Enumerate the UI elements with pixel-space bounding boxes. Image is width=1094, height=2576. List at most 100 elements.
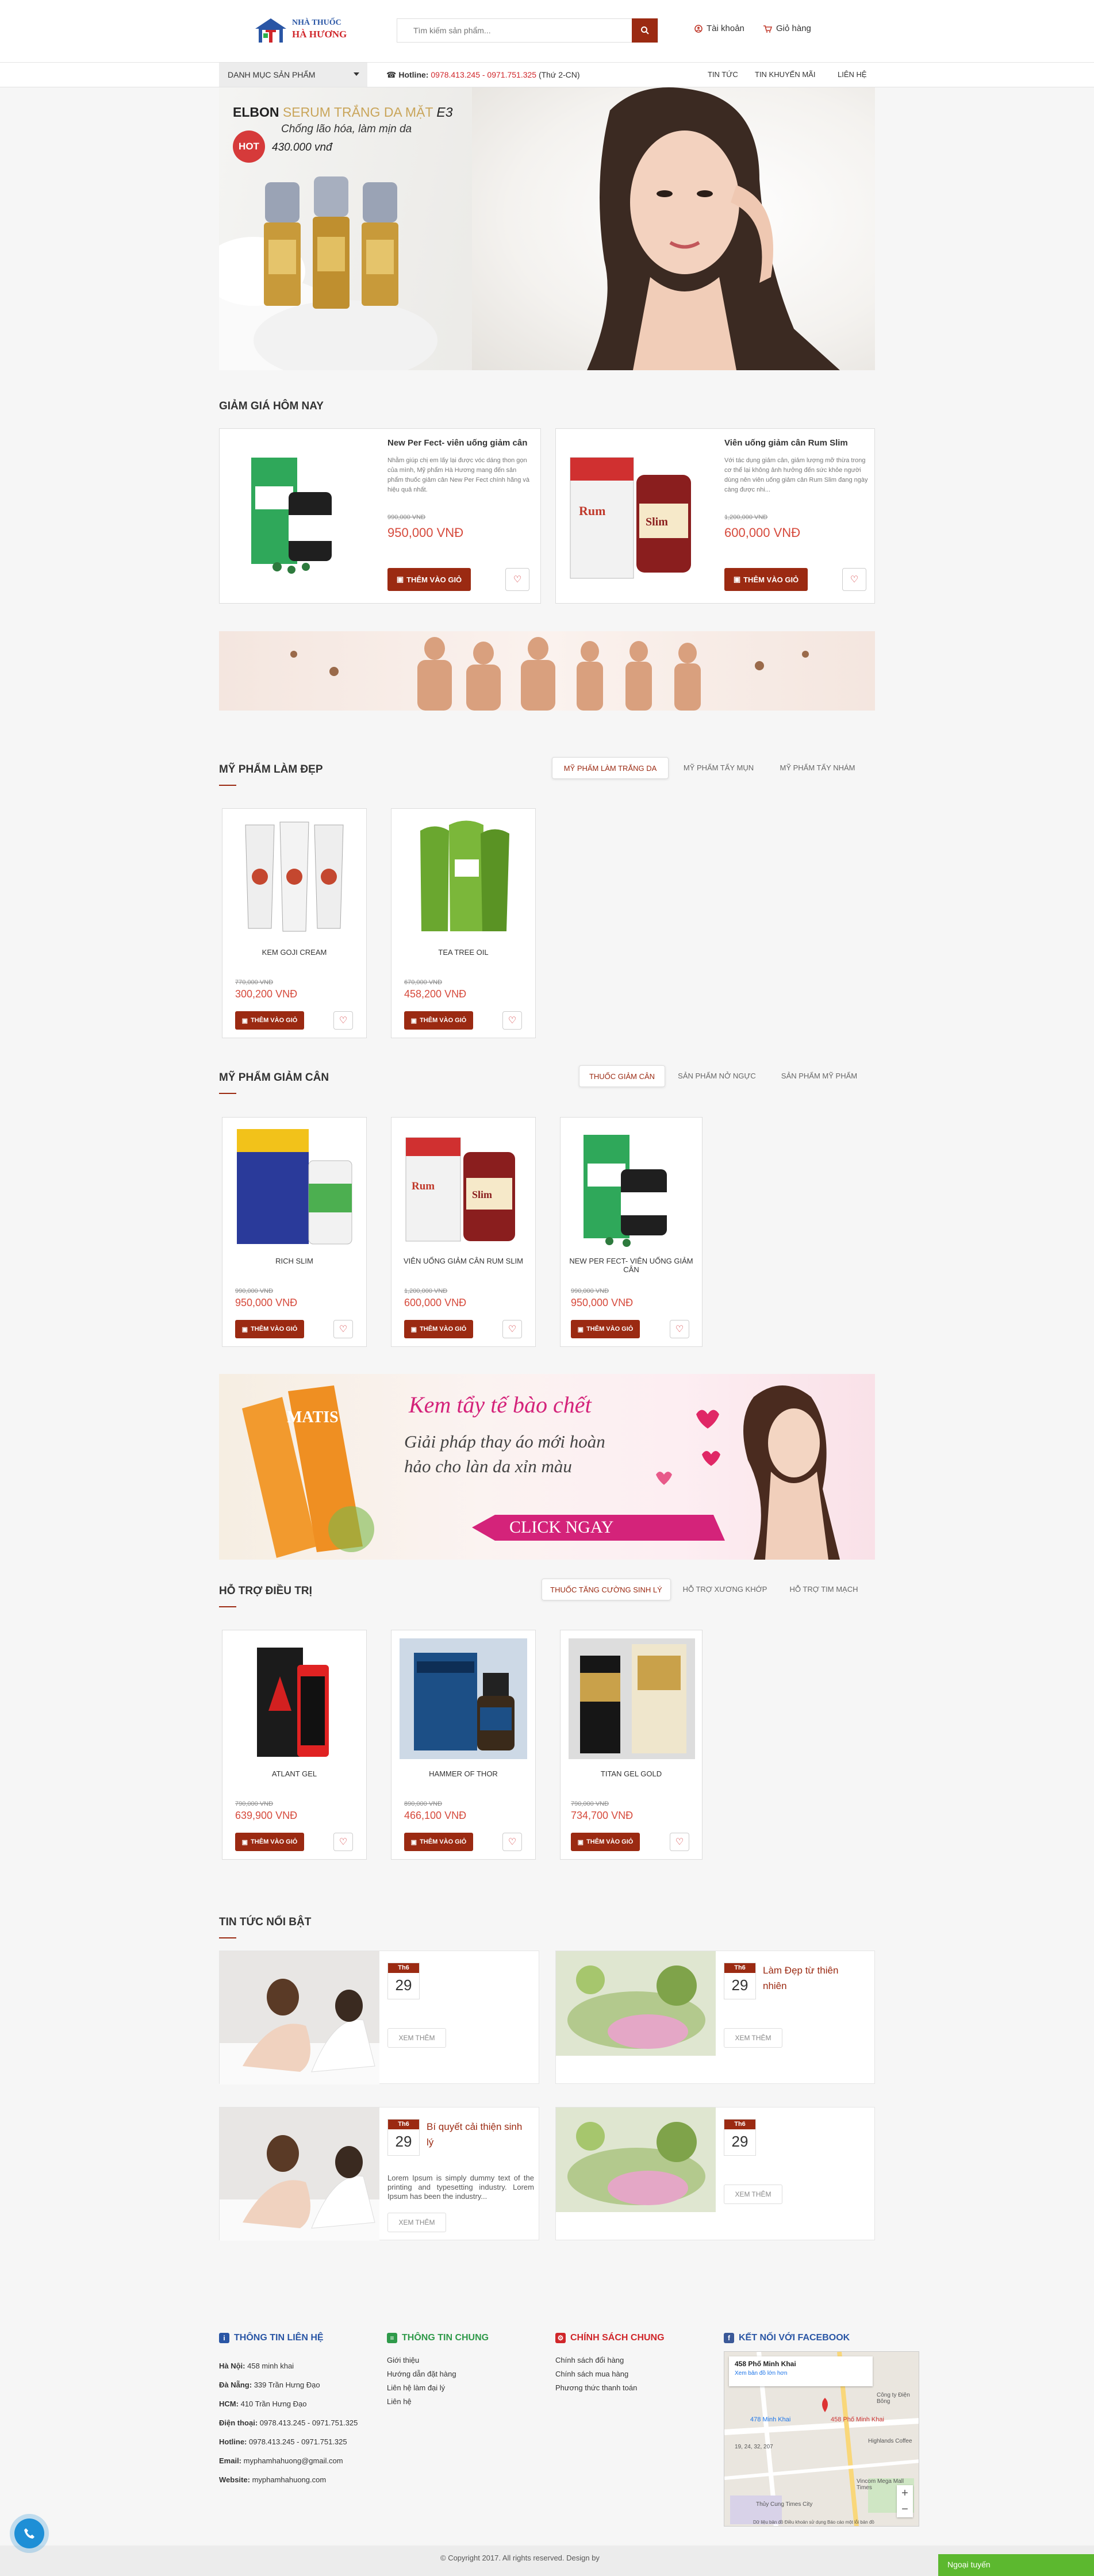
product-card[interactable]: KEM GOJI CREAM 770,000 VNĐ 300,200 VNĐ ▣… — [222, 808, 367, 1038]
product-name[interactable]: RICH SLIM — [228, 1257, 360, 1265]
hero-banner[interactable]: ELBON SERUM TRẮNG DA MẶT E3 Chống lão hó… — [219, 87, 875, 370]
wishlist-button[interactable]: ♡ — [333, 1833, 353, 1851]
add-to-cart-button[interactable]: ▣ THÊM VÀO GIỎ — [404, 1011, 473, 1030]
footer-link-payment-methods[interactable]: Phương thức thanh toán — [555, 2383, 637, 2392]
footer-link-contact[interactable]: Liên hệ — [387, 2397, 412, 2406]
tab-slimming-pills[interactable]: THUỐC GIẢM CÂN — [579, 1065, 665, 1087]
promo-subline-1: Giải pháp thay áo mới hoàn — [404, 1431, 605, 1452]
map-zoom-controls[interactable]: + − — [897, 2485, 913, 2517]
deal-name[interactable]: New Per Fect- viên uống giảm cân — [387, 438, 527, 448]
news-headline[interactable]: Làm Đẹp từ thiên nhiên — [763, 1963, 861, 1994]
footer-link-agency[interactable]: Liên hệ làm đại lý — [387, 2383, 445, 2392]
add-to-cart-button[interactable]: ▣ THÊM VÀO GIỎ — [404, 1320, 473, 1338]
tab-whitening[interactable]: MỸ PHẨM LÀM TRẮNG DA — [552, 757, 669, 779]
footer-link-exchange-policy[interactable]: Chính sách đổi hàng — [555, 2356, 624, 2364]
wishlist-button[interactable]: ♡ — [842, 568, 866, 591]
svg-text:Slim: Slim — [646, 516, 668, 528]
contact-value: 0978.413.245 - 0971.751.325 — [259, 2418, 358, 2427]
footer-link-about[interactable]: Giới thiệu — [387, 2356, 419, 2364]
search-button[interactable] — [632, 18, 658, 43]
category-menu-button[interactable]: DANH MỤC SẢN PHẨM — [219, 63, 367, 87]
wishlist-button[interactable]: ♡ — [670, 1833, 689, 1851]
zoom-out-button[interactable]: − — [897, 2501, 913, 2517]
add-to-cart-button[interactable]: ▣ THÊM VÀO GIỎ — [571, 1833, 640, 1851]
product-name[interactable]: TEA TREE OIL — [397, 948, 529, 957]
add-to-cart-button[interactable]: ▣ THÊM VÀO GIỎ — [235, 1320, 304, 1338]
add-to-cart-button[interactable]: ▣ THÊM VÀO GIỎ — [235, 1833, 304, 1851]
product-name[interactable]: KEM GOJI CREAM — [228, 948, 360, 957]
tab-vitality[interactable]: THUỐC TĂNG CƯỜNG SINH LÝ — [542, 1579, 671, 1600]
read-more-button[interactable]: XEM THÊM — [724, 2185, 782, 2204]
wishlist-button[interactable]: ♡ — [502, 1320, 522, 1338]
account-link[interactable]: Tài khoản — [694, 24, 744, 33]
product-card[interactable]: ATLANT GEL 790,000 VNĐ 639,900 VNĐ ▣ THÊM… — [222, 1630, 367, 1860]
zoom-in-button[interactable]: + — [897, 2485, 913, 2501]
product-name[interactable]: VIÊN UỐNG GIẢM CÂN RUM SLIM — [397, 1257, 529, 1265]
wishlist-button[interactable]: ♡ — [333, 1011, 353, 1030]
contact-value[interactable]: myphamhahuong.com — [252, 2475, 327, 2484]
footer-link-order-guide[interactable]: Hướng dẫn đặt hàng — [387, 2370, 456, 2378]
wishlist-button[interactable]: ♡ — [502, 1011, 522, 1030]
product-name[interactable]: HAMMER OF THOR — [397, 1769, 529, 1778]
nav-link-contact[interactable]: LIÊN HỆ — [838, 70, 867, 79]
product-card[interactable]: TITAN GEL GOLD 790,000 VNĐ 734,700 VNĐ ▣… — [560, 1630, 703, 1860]
deal-card[interactable]: Rum Slim Viên uống giảm cân Rum Slim Với… — [555, 428, 875, 604]
product-name[interactable]: NEW PER FECT- VIÊN UỐNG GIẢM CÂN — [566, 1257, 696, 1274]
read-more-button[interactable]: XEM THÊM — [387, 2028, 446, 2048]
news-card[interactable]: Th6 29 XEM THÊM — [219, 1951, 539, 2084]
product-card[interactable]: HAMMER OF THOR 890,000 VNĐ 466,100 VNĐ ▣… — [391, 1630, 536, 1860]
product-card[interactable]: Rum Slim VIÊN UỐNG GIẢM CÂN RUM SLIM 1,2… — [391, 1117, 536, 1347]
cart-icon: ▣ — [410, 1017, 417, 1024]
search-input[interactable] — [397, 19, 627, 42]
contact-value[interactable]: myphamhahuong@gmail.com — [244, 2456, 343, 2465]
tab-acne[interactable]: MỸ PHẨM TẨY MỤN — [675, 757, 762, 779]
product-name[interactable]: TITAN GEL GOLD — [566, 1769, 696, 1778]
product-card[interactable]: RICH SLIM 990,000 VNĐ 950,000 VNĐ ▣ THÊM … — [222, 1117, 367, 1347]
add-to-cart-button[interactable]: ▣ THÊM VÀO GIỎ — [387, 568, 471, 591]
add-to-cart-button[interactable]: ▣ THÊM VÀO GIỎ — [571, 1320, 640, 1338]
tab-breast-enhancement[interactable]: SẢN PHẨM NỞ NGỰC — [674, 1065, 760, 1087]
news-card[interactable]: Th6 29 Bí quyết cải thiện sinh lý Lorem I… — [219, 2107, 539, 2241]
product-price: 734,700 VNĐ — [571, 1810, 634, 1821]
add-to-cart-button[interactable]: ▣ THÊM VÀO GIỎ — [404, 1833, 473, 1851]
deal-card[interactable]: New Per Fect- viên uống giảm cân Nhằm gi… — [219, 428, 541, 604]
call-button[interactable] — [14, 2519, 44, 2548]
product-card[interactable]: TEA TREE OIL 670,000 VNĐ 458,200 VNĐ ▣ TH… — [391, 808, 536, 1038]
news-headline[interactable]: Bí quyết cải thiện sinh lý — [427, 2119, 530, 2150]
wishlist-button[interactable]: ♡ — [502, 1833, 522, 1851]
product-old-price: 890,000 VNĐ — [404, 1800, 443, 1807]
nav-link-news[interactable]: TIN TỨC — [708, 70, 738, 79]
news-day: 29 — [395, 1976, 412, 1994]
cart-link[interactable]: Giỏ hàng — [763, 24, 811, 33]
news-month: Th6 — [724, 1963, 755, 1973]
deal-name[interactable]: Viên uống giảm cân Rum Slim — [724, 438, 848, 448]
read-more-button[interactable]: XEM THÊM — [724, 2028, 782, 2048]
news-card[interactable]: Th6 29 Làm Đẹp từ thiên nhiên XEM THÊM — [555, 1951, 875, 2084]
news-card[interactable]: Th6 29 XEM THÊM — [555, 2107, 875, 2240]
fitness-banner[interactable] — [219, 631, 875, 711]
wishlist-button[interactable]: ♡ — [670, 1320, 689, 1338]
promo-cta-button[interactable]: CLICK NGAY — [509, 1518, 613, 1537]
tab-joint-support[interactable]: HỖ TRỢ XƯƠNG KHỚP — [678, 1579, 771, 1600]
add-to-cart-button[interactable]: ▣ THÊM VÀO GIỎ — [235, 1011, 304, 1030]
product-card[interactable]: NEW PER FECT- VIÊN UỐNG GIẢM CÂN 990,000… — [560, 1117, 703, 1347]
wishlist-button[interactable]: ♡ — [333, 1320, 353, 1338]
tab-cosmetics[interactable]: SẢN PHẨM MỸ PHẨM — [773, 1065, 865, 1087]
footer-link-purchase-policy[interactable]: Chính sách mua hàng — [555, 2370, 628, 2378]
hotline-numbers[interactable]: 0978.413.245 - 0971.751.325 — [431, 70, 536, 79]
live-chat-tab[interactable]: Ngoại tuyến — [938, 2554, 1094, 2576]
contact-label: HCM: — [219, 2400, 239, 2408]
site-logo[interactable]: NHÀ THUỐC HÀ HƯƠNG — [254, 14, 347, 47]
tab-heart-support[interactable]: HỖ TRỢ TIM MẠCH — [777, 1579, 870, 1600]
map-larger-link[interactable]: Xem bản đồ lớn hơn — [735, 2370, 867, 2377]
promo-banner[interactable]: MATIS Kem tẩy tế bào chết Giải pháp thay… — [219, 1374, 875, 1560]
add-to-cart-button[interactable]: ▣ THÊM VÀO GIỎ — [724, 568, 808, 591]
wishlist-button[interactable]: ♡ — [505, 568, 529, 591]
nav-link-promotions[interactable]: TIN KHUYẾN MÃI — [755, 70, 815, 79]
banner-price: 430.000 vnđ — [272, 141, 332, 153]
read-more-button[interactable]: XEM THÊM — [387, 2213, 446, 2232]
logo-text-top: NHÀ THUỐC — [292, 18, 341, 27]
product-name[interactable]: ATLANT GEL — [228, 1769, 360, 1778]
tab-exfoliating[interactable]: MỸ PHẨM TẨY NHÁM — [771, 757, 863, 779]
google-map[interactable]: 458 Phố Minh Khai Xem bản đồ lớn hơn 478… — [724, 2351, 919, 2527]
